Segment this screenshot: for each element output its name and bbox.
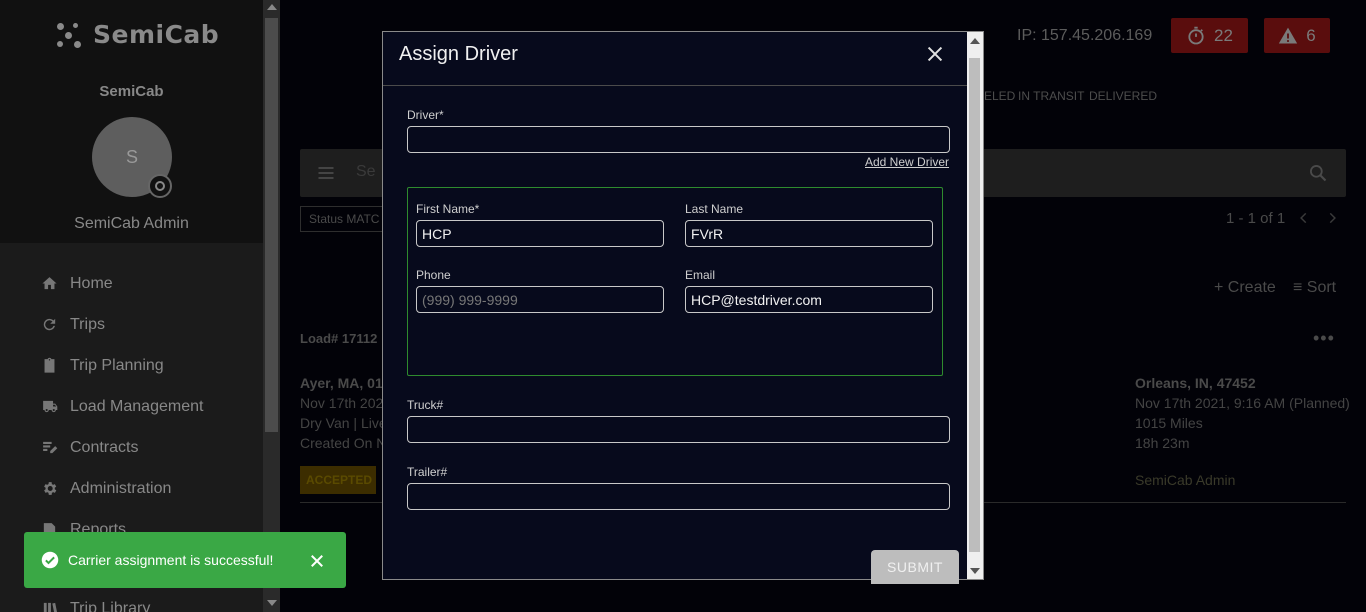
create-label: Create [1227, 279, 1276, 296]
destination-date: Nov 17th 2021, 9:16 AM (Planned) [1135, 395, 1350, 411]
modal-header: Assign Driver [383, 32, 967, 86]
sidebar-item-load-management[interactable]: Load Management [0, 386, 263, 427]
sidebar-scrollbar[interactable] [263, 0, 280, 612]
timer-count: 22 [1214, 25, 1233, 45]
sort-icon: ≡ [1293, 279, 1307, 296]
stopwatch-icon [1188, 26, 1204, 44]
load-origin: Ayer, MA, 01 [300, 375, 383, 391]
scroll-up-arrow-icon[interactable] [970, 38, 980, 44]
duration: 18h 23m [1135, 435, 1190, 451]
load-number[interactable]: Load# 17112 [300, 331, 377, 346]
menu-icon[interactable] [316, 163, 336, 183]
chevron-left-icon[interactable] [1297, 211, 1311, 225]
search-input[interactable]: Se [356, 163, 376, 181]
clipboard-icon [44, 357, 55, 373]
scroll-down-arrow-icon[interactable] [267, 600, 277, 606]
gear-icon [44, 482, 57, 495]
driver-label: Driver* [407, 108, 444, 122]
modal-scrollbar[interactable] [967, 32, 983, 579]
last-name-field[interactable] [685, 220, 933, 247]
tab-canceled[interactable]: ELED [984, 89, 1015, 103]
toast-message: Carrier assignment is successful! [68, 552, 274, 568]
sidebar-item-home[interactable]: Home [0, 263, 263, 304]
trailer-label: Trailer# [407, 465, 448, 479]
edit-document-icon [43, 441, 58, 454]
more-options-icon[interactable]: ••• [1313, 328, 1335, 349]
new-driver-form: First Name* Last Name Phone Email [407, 187, 943, 376]
sort-button[interactable]: ≡ Sort [1293, 279, 1336, 297]
pagination-label: 1 - 1 of 1 [1226, 210, 1286, 227]
success-toast: Carrier assignment is successful! [24, 532, 346, 588]
truck-field[interactable] [407, 416, 950, 443]
sidebar-item-label: Administration [70, 479, 172, 497]
first-name-label: First Name* [416, 202, 480, 216]
close-icon[interactable] [924, 43, 946, 65]
sidebar-item-label: Load Management [70, 397, 204, 415]
close-icon[interactable] [308, 552, 326, 570]
truck-icon [43, 400, 58, 413]
sidebar-item-label: Trip Library [70, 599, 151, 612]
modal-scroll-thumb[interactable] [969, 58, 980, 552]
sidebar-item-label: Home [70, 274, 113, 292]
alert-count: 6 [1306, 25, 1316, 45]
sidebar: SemiCab SemiCab S SemiCab Admin Home Tri… [0, 0, 263, 612]
submit-button[interactable]: SUBMIT [871, 550, 959, 584]
chevron-right-icon[interactable] [1325, 211, 1339, 225]
first-name-field[interactable] [416, 220, 664, 247]
email-field[interactable] [685, 286, 933, 313]
modal-title: Assign Driver [399, 43, 518, 65]
tab-in-transit[interactable]: IN TRANSIT [1018, 89, 1084, 103]
load-destination: Orleans, IN, 47452 [1135, 375, 1256, 391]
assignee: SemiCab Admin [1135, 472, 1236, 488]
user-name: SemiCab Admin [74, 215, 189, 232]
email-label: Email [685, 268, 716, 282]
refresh-icon [43, 318, 56, 331]
logo-text: SemiCab [93, 20, 220, 49]
alert-badge[interactable]: 6 [1264, 18, 1330, 53]
truck-label: Truck# [407, 398, 444, 412]
logo[interactable]: SemiCab [55, 20, 219, 49]
scroll-up-arrow-icon[interactable] [267, 4, 277, 10]
check-circle-icon [41, 551, 59, 569]
sidebar-item-trip-library[interactable]: Trip Library [0, 588, 263, 612]
library-icon [43, 602, 57, 612]
add-new-driver-link[interactable]: Add New Driver [865, 155, 949, 169]
created-on: Created On N [300, 435, 387, 451]
sidebar-item-administration[interactable]: Administration [0, 468, 263, 509]
sidebar-nav: Home Trips Trip Planning Load Management… [0, 263, 263, 612]
status-badge: ACCEPTED [300, 466, 376, 494]
ip-address: IP: 157.45.206.169 [1017, 27, 1153, 44]
sidebar-item-label: Trips [70, 315, 105, 333]
timer-badge[interactable]: 22 [1171, 18, 1248, 53]
tab-delivered[interactable]: DELIVERED [1089, 89, 1157, 103]
origin-date: Nov 17th 202 [300, 395, 384, 411]
equipment-type: Dry Van | Live [300, 415, 387, 431]
create-button[interactable]: + Create [1214, 279, 1276, 297]
org-name: SemiCab [99, 83, 164, 100]
sidebar-profile-panel: SemiCab SemiCab S SemiCab Admin [0, 0, 263, 243]
sort-label: Sort [1306, 279, 1337, 296]
driver-field[interactable] [407, 126, 950, 153]
warning-icon [1279, 27, 1298, 43]
sidebar-scroll-thumb[interactable] [265, 18, 278, 432]
search-icon[interactable] [1308, 163, 1328, 183]
camera-icon[interactable] [148, 174, 172, 198]
scroll-down-arrow-icon[interactable] [970, 568, 980, 574]
plus-icon: + [1214, 279, 1228, 296]
sidebar-item-label: Trip Planning [70, 356, 164, 374]
home-icon [42, 277, 57, 290]
sidebar-item-contracts[interactable]: Contracts [0, 427, 263, 468]
phone-field[interactable] [416, 286, 664, 313]
sidebar-item-label: Contracts [70, 438, 139, 456]
trailer-field[interactable] [407, 483, 950, 510]
last-name-label: Last Name [685, 202, 744, 216]
miles: 1015 Miles [1135, 415, 1203, 431]
status-filter-chip[interactable]: Status MATC [300, 206, 390, 232]
sidebar-item-trips[interactable]: Trips [0, 304, 263, 345]
assign-driver-modal: Assign Driver Driver* Add New Driver Fir… [382, 31, 984, 584]
sidebar-item-trip-planning[interactable]: Trip Planning [0, 345, 263, 386]
logo-mark-icon [55, 21, 83, 49]
phone-label: Phone [416, 268, 451, 282]
